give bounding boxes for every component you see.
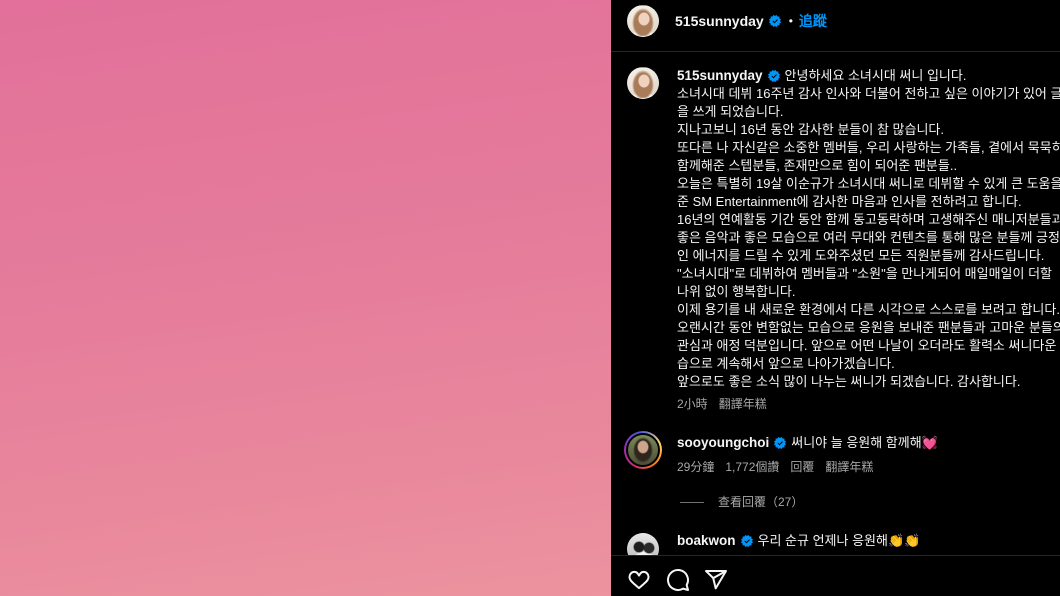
caption-line: 오랜시간 동안 변함없는 모습으로 응원을 보내준 팬분들과 고마운 분들의 [677, 320, 1060, 335]
view-replies-button[interactable]: 查看回覆（27） [680, 493, 880, 511]
post-header: 515sunnyday • 追蹤 [611, 0, 1060, 52]
caption-line: 지나고보니 16년 동안 감사한 분들이 참 많습니다. [677, 122, 944, 137]
caption-meta: 2小時 翻譯年糕 [677, 395, 767, 413]
avatar [626, 433, 660, 467]
separator-dot: • [788, 14, 793, 28]
caption-line: 오늘은 특별히 19살 이순규가 소녀시대 써니로 데뷔할 수 있게 큰 도움을 [677, 176, 1060, 191]
caption-line: 좋은 음악과 좋은 모습으로 여러 무대와 컨텐츠를 통해 많은 분들께 긍정적 [677, 230, 1060, 245]
verified-badge-icon [740, 535, 753, 547]
reply-button[interactable]: 回覆 [790, 458, 814, 476]
comment-button[interactable] [666, 568, 690, 592]
caption-line: 관심과 애정 덕분입니다. 앞으로 어떤 나날이 오더라도 활력소 써니다운 모 [677, 338, 1060, 353]
divider [680, 502, 704, 503]
caption-line: 함께해준 스텝분들, 존재만으로 힘이 되어준 팬분들.. [677, 158, 958, 173]
comment-username[interactable]: boakwon [677, 532, 736, 550]
caption-line: 515sunnyday 안녕하세요 소녀시대 써니 입니다. [677, 67, 1060, 85]
caption-line: 습으로 계속해서 앞으로 나아가겠습니다. [677, 356, 895, 371]
comment-username[interactable]: sooyoungchoi [677, 434, 769, 452]
author-info: 515sunnyday • 追蹤 [675, 12, 827, 30]
comment-icon [667, 569, 689, 591]
post-image[interactable] [0, 0, 611, 596]
post-side-panel: 515sunnyday • 追蹤 515sunnyday 안녕하세요 소녀시대 … [611, 0, 1060, 596]
author-username[interactable]: 515sunnyday [675, 13, 764, 29]
translate-button[interactable]: 翻譯年糕 [719, 395, 767, 413]
comment-meta: 29分鐘 1,772個讚 回覆 翻譯年糕 [677, 458, 873, 476]
comment-text: 써니야 늘 응원해 함께해💓 [791, 435, 938, 450]
translate-button[interactable]: 翻譯年糕 [825, 458, 873, 476]
view-replies-label: 查看回覆（27） [718, 495, 804, 509]
like-button[interactable] [627, 568, 651, 592]
caption-line: 앞으로도 좋은 소식 많이 나누는 써니가 되겠습니다. 감사합니다. [677, 374, 1021, 389]
caption-author-avatar[interactable] [627, 67, 659, 99]
caption-username[interactable]: 515sunnyday [677, 67, 763, 85]
caption-line: 을 쓰게 되었습니다. [677, 104, 784, 119]
comment-timestamp[interactable]: 29分鐘 [677, 458, 714, 476]
verified-badge-icon [767, 70, 780, 82]
verified-badge-icon [768, 15, 781, 27]
commenter-avatar[interactable] [624, 431, 662, 469]
caption-line: 나위 없이 행복합니다. [677, 284, 796, 299]
caption-line: 이제 용기를 내 새로운 환경에서 다른 시각으로 스스로를 보려고 합니다. [677, 302, 1060, 317]
caption-line: 인 에너지를 드릴 수 있게 도와주셨던 모든 직원분들께 감사드립니다. [677, 248, 1045, 263]
comment-like-count[interactable]: 1,772個讚 [725, 458, 779, 476]
comment: boakwon 우리 순규 언제나 응원해👏👏 [677, 532, 1060, 550]
author-avatar[interactable] [627, 5, 659, 37]
verified-badge-icon [774, 437, 787, 449]
caption-line: "소녀시대"로 데뷔하여 멤버들과 "소원"을 만나게되어 매일매일이 더할 [677, 266, 1053, 281]
action-bar [611, 555, 1060, 596]
caption-line: 소녀시대 데뷔 16주년 감사 인사와 더불어 전하고 싶은 이야기가 있어 글 [677, 86, 1060, 101]
send-icon [705, 570, 727, 590]
heart-icon [628, 570, 650, 590]
caption: 515sunnyday 안녕하세요 소녀시대 써니 입니다. 소녀시대 데뷔 1… [677, 67, 1060, 391]
comment: sooyoungchoi 써니야 늘 응원해 함께해💓 [677, 434, 1060, 452]
post-timestamp[interactable]: 2小時 [677, 395, 708, 413]
caption-line: 또다른 나 자신같은 소중한 멤버들, 우리 사랑하는 가족들, 곁에서 묵묵히 [677, 140, 1060, 155]
caption-text: 안녕하세요 소녀시대 써니 입니다. [784, 68, 967, 83]
share-button[interactable] [704, 568, 728, 592]
comment-text: 우리 순규 언제나 응원해👏👏 [757, 533, 921, 548]
caption-line: 준 SM Entertainment에 감사한 마음과 인사를 전하려고 합니다… [677, 194, 1022, 209]
follow-button[interactable]: 追蹤 [799, 11, 827, 31]
caption-line: 16년의 연예활동 기간 동안 함께 동고동락하며 고생해주신 매니저분들과, [677, 212, 1060, 227]
